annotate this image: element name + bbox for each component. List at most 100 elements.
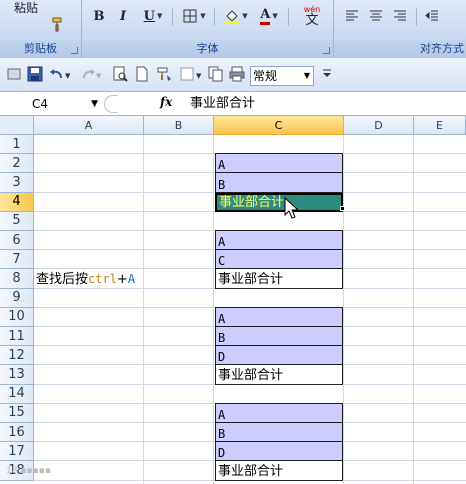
name-box-value: C4 bbox=[32, 97, 49, 111]
format-painter-icon[interactable] bbox=[156, 66, 172, 82]
svg-text:▼: ▼ bbox=[96, 72, 102, 80]
row-header-7[interactable]: 7 bbox=[0, 250, 34, 270]
number-format-dropdown-icon[interactable]: ▼ bbox=[304, 67, 310, 85]
fill-color-button[interactable]: ▼ bbox=[220, 6, 252, 26]
font-color-button[interactable]: A ▼ bbox=[254, 6, 284, 26]
data-cell[interactable]: A bbox=[215, 153, 343, 174]
total-cell[interactable]: 事业部合计 bbox=[215, 461, 343, 481]
svg-text:▼: ▼ bbox=[196, 72, 202, 80]
select-all-corner[interactable] bbox=[0, 116, 34, 135]
instruction-note: 查找后按ctrl+A bbox=[36, 268, 135, 287]
note-key1: ctrl bbox=[88, 272, 117, 286]
mouse-cursor-icon bbox=[284, 197, 300, 219]
border-button[interactable]: ▼ bbox=[178, 6, 210, 26]
watermark: 18 ▪▪▪▪▪ bbox=[6, 466, 51, 476]
phonetic-char: 文 bbox=[305, 12, 319, 28]
fill-dropdown-icon[interactable]: ▼ bbox=[242, 12, 247, 20]
row-header-11[interactable]: 11 bbox=[0, 327, 34, 347]
row-header-15[interactable]: 15 bbox=[0, 403, 34, 423]
row-header-3[interactable]: 3 bbox=[0, 173, 34, 193]
alignment-group: 对齐方式 bbox=[334, 0, 466, 58]
data-cell[interactable]: D bbox=[215, 442, 343, 462]
total-cell[interactable]: 事业部合计 bbox=[215, 269, 343, 289]
undo-icon[interactable]: ▼ bbox=[49, 66, 73, 82]
note-plus: + bbox=[116, 272, 128, 287]
print-preview-icon[interactable] bbox=[112, 66, 128, 82]
fill-handle[interactable] bbox=[340, 206, 345, 211]
column-header-a[interactable]: A bbox=[34, 116, 144, 135]
customize-toolbar-icon[interactable] bbox=[322, 68, 332, 84]
separator bbox=[172, 8, 173, 26]
row-header-17[interactable]: 17 bbox=[0, 442, 34, 462]
bold-button[interactable]: B bbox=[90, 6, 108, 26]
row-header-16[interactable]: 16 bbox=[0, 423, 34, 443]
data-cell[interactable]: B bbox=[215, 327, 343, 347]
spreadsheet-grid[interactable]: ABCDE 1 2 3 4 5 6 7 8 9 10 11 12 13 14 15 16 17 18 A B 事业部合… bbox=[0, 116, 466, 484]
quick-access-toolbar: ▼ ▼ ▼ bbox=[0, 58, 466, 92]
formula-input[interactable]: 事业部合计 bbox=[190, 95, 255, 113]
row-header-13[interactable]: 13 bbox=[0, 365, 34, 385]
name-box[interactable]: C4 ▼ bbox=[4, 95, 100, 113]
separator bbox=[214, 8, 215, 26]
paste-button[interactable]: 粘贴 bbox=[6, 0, 46, 15]
alignment-group-label: 对齐方式 bbox=[334, 40, 466, 58]
data-cell[interactable]: D bbox=[215, 346, 343, 366]
copy-icon[interactable] bbox=[208, 66, 224, 82]
row-header-10[interactable]: 10 bbox=[0, 307, 34, 327]
insert-function-button[interactable]: fx bbox=[160, 95, 172, 109]
separator bbox=[416, 8, 417, 26]
row-header-2[interactable]: 2 bbox=[0, 154, 34, 174]
align-center-icon[interactable] bbox=[366, 6, 386, 26]
redo-icon[interactable]: ▼ bbox=[80, 66, 104, 82]
column-header-e[interactable]: E bbox=[414, 116, 466, 135]
italic-button[interactable]: I bbox=[114, 6, 132, 26]
underline-button[interactable]: U ▼ bbox=[138, 6, 168, 26]
formula-bar: C4 ▼ fx 事业部合计 bbox=[0, 92, 466, 116]
align-right-icon[interactable] bbox=[390, 6, 410, 26]
border-checkbox-icon[interactable]: ▼ bbox=[180, 66, 206, 82]
data-cell[interactable]: A bbox=[215, 306, 343, 327]
font-launcher-icon[interactable] bbox=[323, 47, 330, 54]
phonetic-button[interactable]: wén 文 bbox=[294, 2, 330, 30]
underline-dropdown-icon[interactable]: ▼ bbox=[157, 12, 162, 20]
name-box-dropdown-icon[interactable]: ▼ bbox=[91, 95, 98, 113]
clipboard-label: 剪贴板 bbox=[0, 40, 81, 58]
row-header-8[interactable]: 8 bbox=[0, 269, 34, 289]
column-gridline bbox=[213, 135, 214, 484]
data-cell[interactable]: C bbox=[215, 250, 343, 270]
row-header-12[interactable]: 12 bbox=[0, 346, 34, 366]
ribbon: 粘贴 剪贴板 B I U ▼ ▼ ▼ A ▼ wén 文 字体 对齐方式 bbox=[0, 0, 466, 58]
clipboard-launcher-icon[interactable] bbox=[71, 47, 78, 54]
active-cell[interactable]: 事业部合计 bbox=[215, 192, 343, 212]
new-document-icon[interactable] bbox=[134, 66, 150, 82]
underline-label: U bbox=[143, 8, 155, 24]
row-header-9[interactable]: 9 bbox=[0, 288, 34, 308]
row-header-5[interactable]: 5 bbox=[0, 211, 34, 231]
border-icon bbox=[183, 9, 197, 23]
row-header-1[interactable]: 1 bbox=[0, 135, 34, 155]
font-color-dropdown-icon[interactable]: ▼ bbox=[272, 12, 277, 20]
save-icon[interactable] bbox=[27, 66, 43, 82]
svg-text:▼: ▼ bbox=[65, 72, 71, 80]
row-header-14[interactable]: 14 bbox=[0, 384, 34, 404]
total-cell[interactable]: 事业部合计 bbox=[215, 365, 343, 385]
formula-bar-expand-icon[interactable] bbox=[104, 95, 118, 113]
format-painter-icon[interactable] bbox=[48, 14, 68, 34]
decrease-indent-icon[interactable] bbox=[422, 6, 442, 26]
number-format-select[interactable]: 常规 ▼ bbox=[250, 66, 314, 86]
font-color-label: A bbox=[260, 7, 271, 25]
data-cell[interactable]: A bbox=[215, 402, 343, 423]
print-icon[interactable] bbox=[229, 66, 245, 82]
number-format-value: 常规 bbox=[253, 69, 278, 83]
toolbar-grip-icon bbox=[6, 66, 22, 82]
align-left-icon[interactable] bbox=[342, 6, 362, 26]
row-header-4[interactable]: 4 bbox=[0, 192, 34, 212]
row-header-6[interactable]: 6 bbox=[0, 231, 34, 251]
column-header-d[interactable]: D bbox=[344, 116, 414, 135]
column-header-c[interactable]: C bbox=[214, 116, 344, 135]
data-cell[interactable]: A bbox=[215, 230, 343, 251]
data-cell[interactable]: B bbox=[215, 423, 343, 443]
data-cell[interactable]: B bbox=[215, 173, 343, 193]
column-header-b[interactable]: B bbox=[144, 116, 214, 135]
border-dropdown-icon[interactable]: ▼ bbox=[200, 12, 205, 20]
